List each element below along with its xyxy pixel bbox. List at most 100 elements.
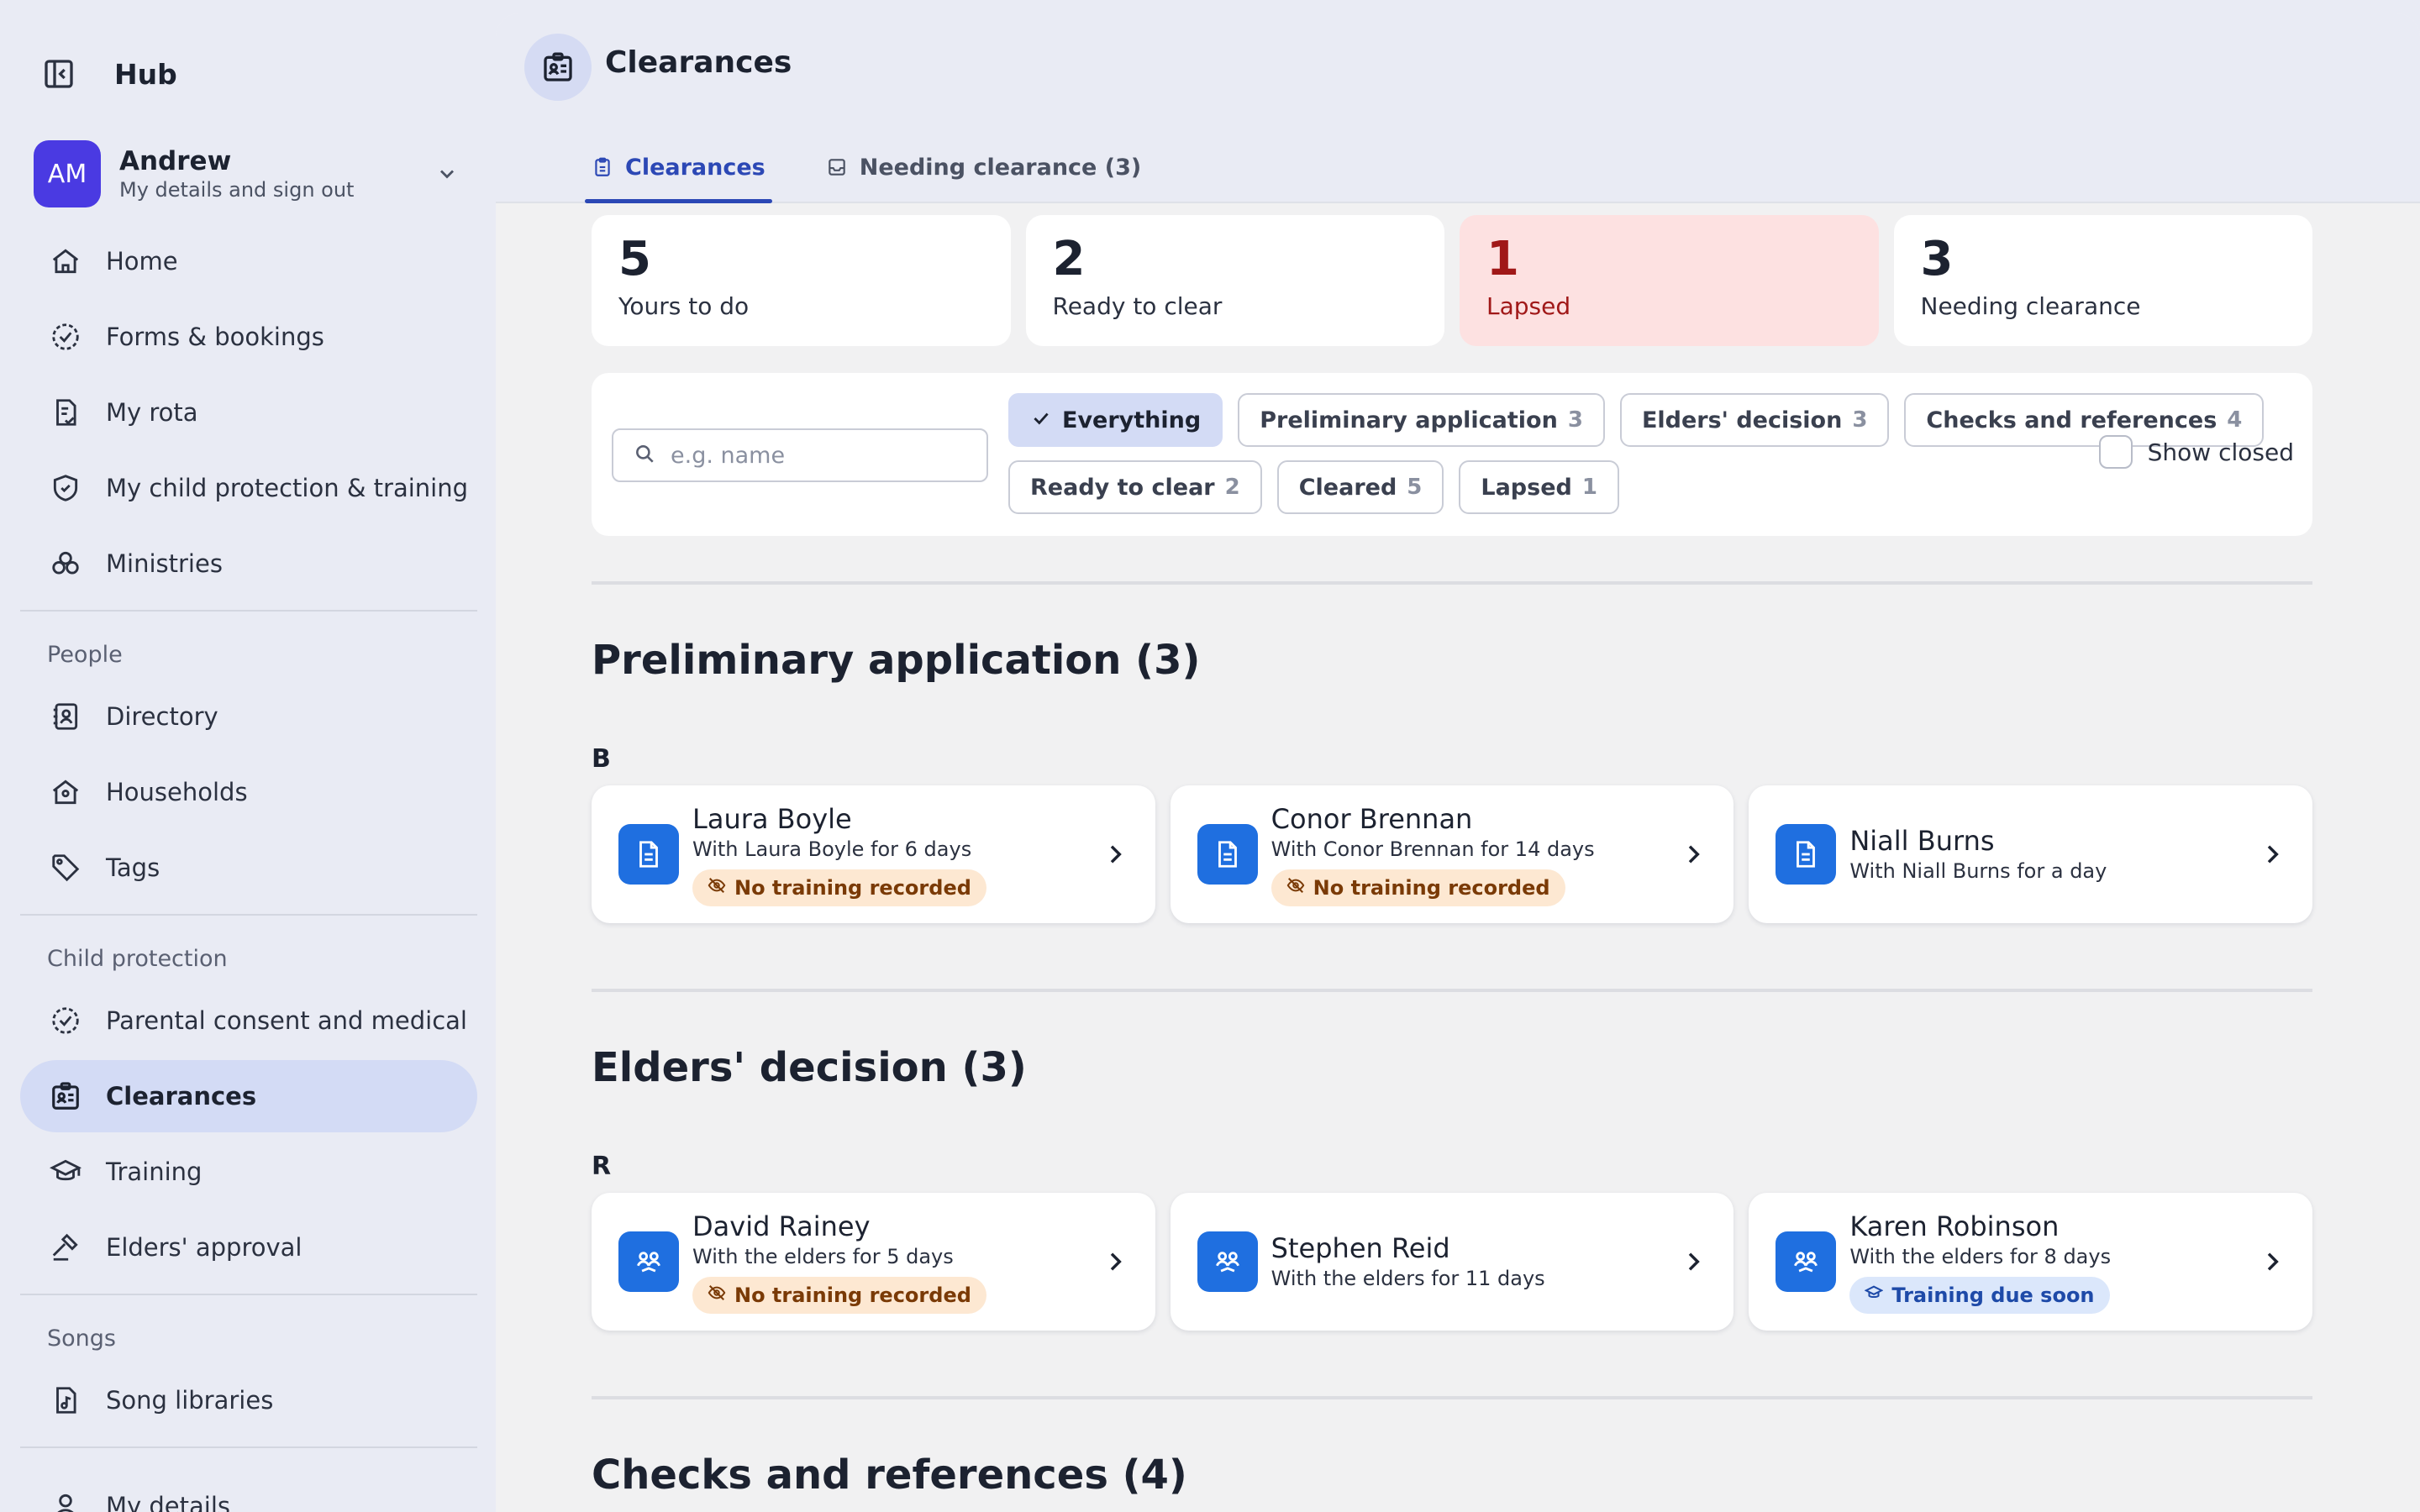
sidebar-item-song-libraries[interactable]: Song libraries (20, 1364, 477, 1436)
sidebar-header: Hub (40, 52, 177, 96)
chevron-right-icon (1675, 841, 1712, 868)
filter-chip-cleared[interactable]: Cleared 5 (1276, 460, 1444, 514)
elders-group-icon (1776, 1231, 1837, 1292)
training-due-badge: Training due soon (1849, 1277, 2110, 1314)
filter-panel: Everything Preliminary application 3 Eld… (592, 373, 2312, 536)
sidebar-item-my-details[interactable]: My details (20, 1470, 477, 1512)
chip-count: 4 (2227, 407, 2243, 433)
show-closed-checkbox[interactable] (2098, 435, 2133, 469)
filter-chip-elders-decision[interactable]: Elders' decision 3 (1619, 393, 1890, 447)
stat-card-ready-to-clear[interactable]: 2 Ready to clear (1025, 215, 1444, 346)
chip-label: Lapsed (1481, 474, 1572, 501)
stat-card-yours-to-do[interactable]: 5 Yours to do (592, 215, 1011, 346)
tag-icon (47, 849, 84, 886)
elders-group-icon (1197, 1231, 1258, 1292)
filter-chip-lapsed[interactable]: Lapsed 1 (1459, 460, 1619, 514)
nav-divider (20, 610, 477, 612)
filter-chip-everything[interactable]: Everything (1008, 393, 1223, 447)
clearance-card[interactable]: Niall Burns With Niall Burns for a day (1749, 785, 2313, 923)
clearance-card[interactable]: Laura Boyle With Laura Boyle for 6 days … (592, 785, 1155, 923)
document-icon (1776, 824, 1837, 885)
card-status: With Conor Brennan for 14 days (1270, 837, 1595, 861)
user-menu[interactable]: AM Andrew My details and sign out (34, 140, 464, 207)
section-divider (592, 581, 2312, 585)
card-row: David Rainey With the elders for 5 days … (592, 1193, 2313, 1331)
filter-chip-preliminary-application[interactable]: Preliminary application 3 (1238, 393, 1605, 447)
sidebar-item-label: Directory (106, 702, 218, 731)
sidebar-item-label: Training (106, 1158, 203, 1186)
stat-value: 1 (1486, 232, 1519, 286)
tab-bar: Clearances Needing clearance (3) (585, 133, 1195, 203)
show-closed-toggle[interactable]: Show closed (2098, 435, 2294, 469)
sidebar-item-label: My rota (106, 398, 198, 427)
sidebar-item-training[interactable]: Training (20, 1136, 477, 1208)
nav-section-people: People (47, 641, 123, 668)
sidebar-item-label: Tags (106, 853, 160, 882)
chip-label: Preliminary application (1260, 407, 1558, 433)
tab-label: Needing clearance (3) (859, 155, 1142, 181)
filter-chip-ready-to-clear[interactable]: Ready to clear 2 (1008, 460, 1262, 514)
chip-count: 3 (1567, 407, 1583, 433)
stats-row: 5 Yours to do 2 Ready to clear 1 Lapsed … (592, 215, 2312, 346)
sidebar-item-forms-bookings[interactable]: Forms & bookings (20, 301, 477, 373)
app-title: Hub (114, 57, 177, 91)
page-title: Clearances (605, 45, 792, 80)
sidebar-item-label: Elders' approval (106, 1233, 302, 1262)
section-title: Elders' decision (3) (592, 1044, 1027, 1091)
sidebar-item-tags[interactable]: Tags (20, 832, 477, 904)
tab-clearances[interactable]: Clearances (585, 133, 772, 203)
badge-label: No training recorded (1313, 876, 1550, 900)
search-input[interactable] (671, 442, 973, 469)
sidebar-item-directory[interactable]: Directory (20, 680, 477, 753)
chevron-right-icon (1675, 1248, 1712, 1275)
sidebar-item-label: My details (106, 1492, 231, 1512)
sidebar-item-clearances[interactable]: Clearances (20, 1060, 477, 1132)
tab-needing-clearance[interactable]: Needing clearance (3) (819, 133, 1148, 203)
sidebar-item-child-protection-training[interactable]: My child protection & training (20, 452, 477, 524)
chip-label: Cleared (1298, 474, 1397, 501)
nav-section-child-protection: Child protection (47, 945, 228, 972)
clearance-card[interactable]: Conor Brennan With Conor Brennan for 14 … (1170, 785, 1734, 923)
card-status: With Laura Boyle for 6 days (692, 837, 972, 861)
card-status: With Niall Burns for a day (1849, 859, 2107, 883)
stat-label: Yours to do (618, 292, 750, 320)
clearances-icon (524, 34, 592, 101)
sidebar-item-my-rota[interactable]: My rota (20, 376, 477, 449)
nav-divider (20, 1446, 477, 1448)
elders-group-icon (618, 1231, 679, 1292)
section-divider (592, 1396, 2312, 1399)
stat-value: 3 (1920, 232, 1954, 286)
stat-card-needing-clearance[interactable]: 3 Needing clearance (1893, 215, 2312, 346)
chevron-right-icon (1097, 1248, 1134, 1275)
search-box[interactable] (612, 428, 988, 482)
check-icon (1030, 407, 1052, 433)
card-name: David Rainey (692, 1210, 871, 1242)
collapse-sidebar-icon[interactable] (40, 55, 77, 92)
clearance-card[interactable]: Karen Robinson With the elders for 8 day… (1749, 1193, 2313, 1331)
card-name: Karen Robinson (1849, 1210, 2060, 1242)
user-icon (47, 1488, 84, 1512)
inbox-icon (826, 155, 848, 183)
sidebar-item-households[interactable]: Households (20, 756, 477, 828)
clearance-card[interactable]: David Rainey With the elders for 5 days … (592, 1193, 1155, 1331)
clipboard-icon (592, 155, 613, 183)
check-circle-icon (47, 318, 84, 355)
search-icon (634, 443, 655, 468)
chip-count: 3 (1852, 407, 1868, 433)
alpha-group-heading: B (592, 744, 611, 774)
sidebar-item-label: Song libraries (106, 1386, 274, 1415)
nav-section-songs: Songs (47, 1325, 116, 1352)
sidebar-item-home[interactable]: Home (20, 225, 477, 297)
chevron-down-icon[interactable] (430, 162, 464, 186)
chevron-right-icon (2254, 841, 2291, 868)
clearance-card[interactable]: Stephen Reid With the elders for 11 days (1170, 1193, 1734, 1331)
shield-check-icon (47, 470, 84, 507)
no-training-badge: No training recorded (692, 1277, 986, 1314)
sidebar-item-parental-consent[interactable]: Parental consent and medical (20, 984, 477, 1057)
chip-label: Ready to clear (1030, 474, 1215, 501)
sidebar-item-elders-approval[interactable]: Elders' approval (20, 1211, 477, 1284)
stat-card-lapsed[interactable]: 1 Lapsed (1460, 215, 1879, 346)
page-header: Clearances Clearances Needing clearance … (496, 13, 2420, 203)
sidebar-item-label: Forms & bookings (106, 323, 324, 351)
sidebar-item-ministries[interactable]: Ministries (20, 528, 477, 600)
